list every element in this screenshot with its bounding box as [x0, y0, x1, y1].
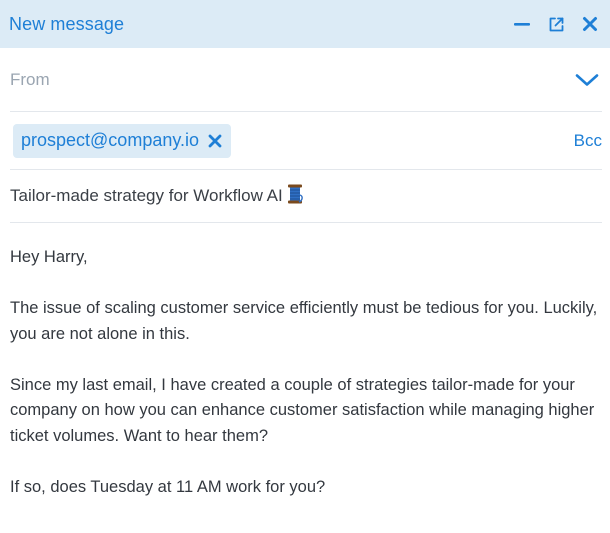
compose-title: New message	[9, 13, 125, 34]
body-paragraph: Since my last email, I have created a co…	[10, 375, 595, 445]
window-controls	[512, 14, 600, 34]
compose-header: New message	[0, 0, 610, 48]
remove-recipient-icon[interactable]	[207, 133, 223, 149]
compose-window: New message From prospect@company.io Bcc…	[0, 0, 610, 533]
to-field[interactable]: prospect@company.io Bcc	[10, 112, 602, 170]
subject-line: Tailor-made strategy for Workflow AI	[10, 183, 305, 210]
body-paragraph: The issue of scaling customer service ef…	[10, 299, 598, 343]
body-paragraph: If so, does Tuesday at 11 AM work for yo…	[10, 477, 326, 496]
from-label: From	[10, 69, 50, 89]
subject-text: Tailor-made strategy for Workflow AI	[10, 186, 283, 205]
body-paragraph: Hey Harry,	[10, 248, 88, 266]
close-icon[interactable]	[580, 14, 600, 34]
from-field[interactable]: From	[10, 48, 602, 112]
recipient-chip[interactable]: prospect@company.io	[13, 123, 232, 158]
message-body[interactable]: Hey Harry, The issue of scaling customer…	[0, 223, 610, 500]
thread-spool-icon	[285, 183, 305, 210]
popout-icon[interactable]	[546, 14, 566, 34]
subject-field[interactable]: Tailor-made strategy for Workflow AI	[10, 170, 602, 223]
recipient-email: prospect@company.io	[21, 130, 200, 150]
minimize-icon[interactable]	[512, 14, 532, 34]
chevron-down-icon[interactable]	[574, 67, 600, 93]
bcc-button[interactable]: Bcc	[574, 131, 602, 151]
